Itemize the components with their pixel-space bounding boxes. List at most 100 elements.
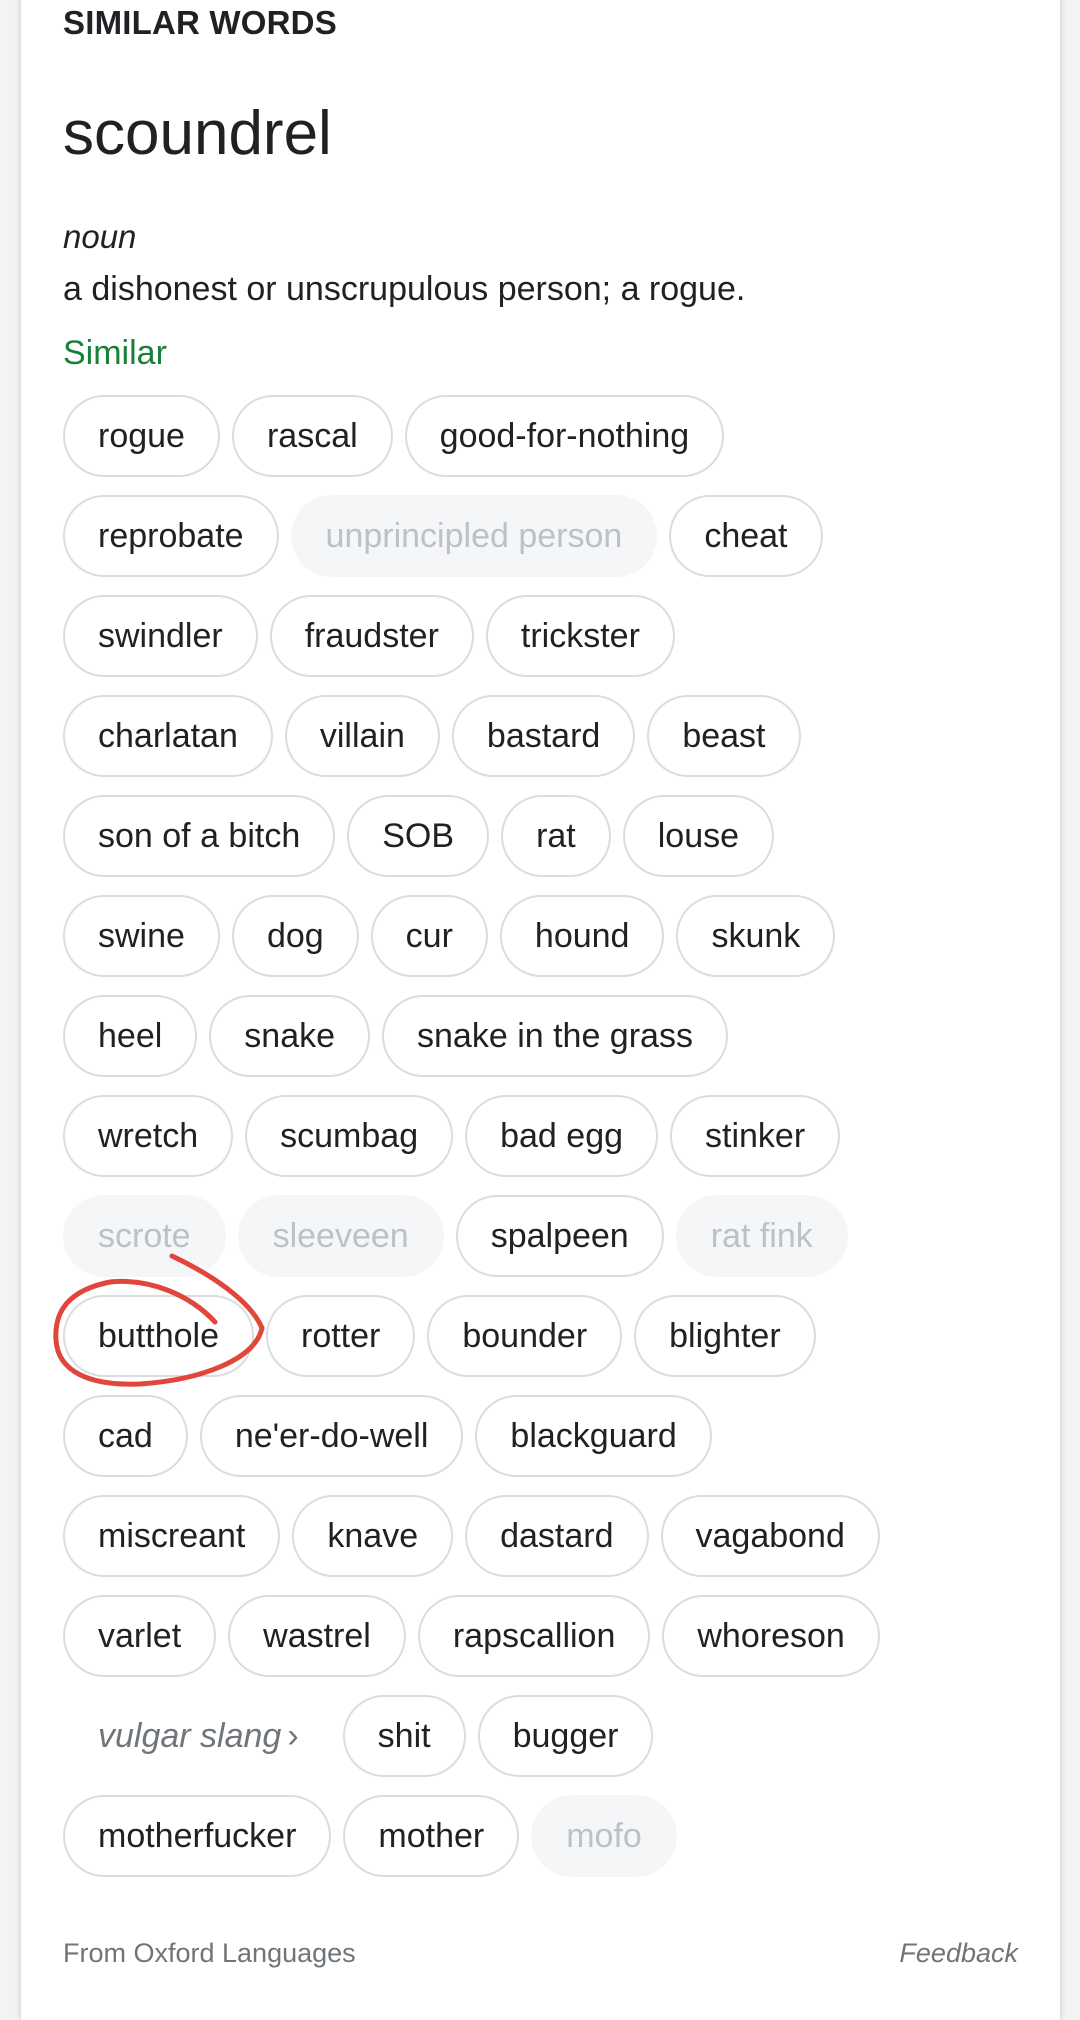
chip-heel[interactable]: heel [63, 995, 198, 1077]
chip-butthole[interactable]: butthole [63, 1295, 254, 1377]
chip-label: wretch [98, 1116, 199, 1155]
chip-cheat[interactable]: cheat [669, 495, 823, 577]
chip-reprobate[interactable]: reprobate [63, 495, 279, 577]
chip-label: miscreant [98, 1516, 246, 1555]
chip-charlatan[interactable]: charlatan [63, 695, 273, 777]
chip-whoreson[interactable]: whoreson [662, 1595, 880, 1677]
chevron-right-icon: › [287, 1716, 299, 1755]
chip-dastard[interactable]: dastard [465, 1495, 649, 1577]
chip-trickster[interactable]: trickster [485, 595, 675, 677]
chip-label: reprobate [98, 516, 244, 555]
chip-label: rascal [266, 416, 358, 455]
chip-label: bastard [486, 716, 601, 755]
chip-sob[interactable]: SOB [347, 795, 490, 877]
part-of-speech: noun [63, 218, 137, 255]
chip-son-of-a-bitch[interactable]: son of a bitch [63, 795, 336, 877]
chip-row: swindler fraudster trickster [63, 595, 1023, 695]
chip-mother[interactable]: mother [343, 1795, 520, 1877]
chip-blighter[interactable]: blighter [634, 1295, 816, 1377]
chip-vagabond[interactable]: vagabond [660, 1495, 880, 1577]
chip-spalpeen[interactable]: spalpeen [455, 1195, 664, 1277]
chip-cur[interactable]: cur [370, 895, 488, 977]
chip-label: swine [98, 916, 185, 955]
chip-knave[interactable]: knave [292, 1495, 454, 1577]
chip-unprincipled-person[interactable]: unprincipled person [290, 495, 658, 577]
chip-swine[interactable]: swine [63, 895, 220, 977]
chip-label: shit [377, 1716, 431, 1755]
chip-row: butthole rotter bounder blighter [63, 1295, 1023, 1395]
chip-swindler[interactable]: swindler [63, 595, 258, 677]
chip-rotter[interactable]: rotter [266, 1295, 416, 1377]
chip-mofo[interactable]: mofo [531, 1795, 677, 1877]
chip-bounder[interactable]: bounder [427, 1295, 623, 1377]
chip-label: heel [98, 1016, 163, 1055]
chip-label: bugger [512, 1716, 619, 1755]
chip-label: snake in the grass [417, 1016, 693, 1055]
chip-label: varlet [98, 1616, 182, 1655]
chip-bugger[interactable]: bugger [477, 1695, 654, 1777]
chip-label: butthole [98, 1316, 219, 1355]
chip-rascal[interactable]: rascal [231, 395, 393, 477]
register-link-vulgar-slang[interactable]: vulgar slang › [63, 1695, 331, 1777]
chip-wretch[interactable]: wretch [63, 1095, 234, 1177]
chip-label: knave [327, 1516, 419, 1555]
chip-shit[interactable]: shit [342, 1695, 466, 1777]
chip-row: vulgar slang › shit bugger [63, 1695, 1023, 1795]
chip-row: rogue rascal good-for-nothing [63, 395, 1023, 495]
chip-label: dog [266, 916, 324, 955]
similar-words-chips: rogue rascal good-for-nothing reprobate unpr… [63, 395, 1023, 1895]
chip-label: rat [536, 816, 576, 855]
chip-row: varlet wastrel rapscallion whoreson [63, 1595, 1023, 1695]
chip-row: son of a bitch SOB rat louse [63, 795, 1023, 895]
chip-label: motherfucker [98, 1816, 297, 1855]
chip-row: miscreant knave dastard vagabond [63, 1495, 1023, 1595]
chip-stinker[interactable]: stinker [670, 1095, 841, 1177]
chip-rat-fink[interactable]: rat fink [675, 1195, 848, 1277]
chip-row: scrote sleeveen spalpeen rat fink [63, 1195, 1023, 1295]
chip-louse[interactable]: louse [622, 795, 775, 877]
similar-label: Similar [63, 334, 167, 372]
chip-snake-in-the-grass[interactable]: snake in the grass [382, 995, 728, 1077]
definition: a dishonest or unscrupulous person; a ro… [63, 270, 746, 308]
chip-rat[interactable]: rat [501, 795, 611, 877]
chip-snake[interactable]: snake [209, 995, 371, 1077]
chip-scumbag[interactable]: scumbag [245, 1095, 454, 1177]
chip-bad-egg[interactable]: bad egg [465, 1095, 659, 1177]
chip-label: cad [98, 1416, 153, 1455]
chip-label: beast [682, 716, 766, 755]
chip-varlet[interactable]: varlet [63, 1595, 217, 1677]
headword: scoundrel [63, 99, 332, 168]
chip-beast[interactable]: beast [647, 695, 801, 777]
chip-good-for-nothing[interactable]: good-for-nothing [404, 395, 725, 477]
chip-ne-er-do-well[interactable]: ne'er-do-well [199, 1395, 464, 1477]
chip-sleeveen[interactable]: sleeveen [237, 1195, 444, 1277]
chip-villain[interactable]: villain [284, 695, 440, 777]
chip-motherfucker[interactable]: motherfucker [63, 1795, 332, 1877]
source-attribution: From Oxford Languages [63, 1938, 356, 1968]
chip-skunk[interactable]: skunk [676, 895, 836, 977]
chip-dog[interactable]: dog [231, 895, 359, 977]
chip-rapscallion[interactable]: rapscallion [417, 1595, 651, 1677]
chip-label: spalpeen [490, 1216, 629, 1255]
chip-label: vagabond [695, 1516, 845, 1555]
chip-blackguard[interactable]: blackguard [475, 1395, 712, 1477]
chip-label: swindler [98, 616, 223, 655]
chip-cad[interactable]: cad [63, 1395, 188, 1477]
chip-hound[interactable]: hound [499, 895, 665, 977]
chip-label: skunk [711, 916, 801, 955]
chip-label: stinker [705, 1116, 806, 1155]
chip-miscreant[interactable]: miscreant [63, 1495, 281, 1577]
chip-label: son of a bitch [98, 816, 301, 855]
chip-label: mofo [566, 1816, 642, 1855]
chip-scrote[interactable]: scrote [63, 1195, 226, 1277]
chip-label: villain [319, 716, 405, 755]
chip-rogue[interactable]: rogue [63, 395, 220, 477]
feedback-link[interactable]: Feedback [899, 1938, 1018, 1969]
chip-label: blighter [669, 1316, 781, 1355]
chip-bastard[interactable]: bastard [451, 695, 636, 777]
chip-fraudster[interactable]: fraudster [269, 595, 474, 677]
chip-row: reprobate unprincipled person cheat [63, 495, 1023, 595]
chip-label: unprincipled person [325, 516, 623, 555]
chip-label: rat fink [710, 1216, 813, 1255]
chip-wastrel[interactable]: wastrel [228, 1595, 406, 1677]
